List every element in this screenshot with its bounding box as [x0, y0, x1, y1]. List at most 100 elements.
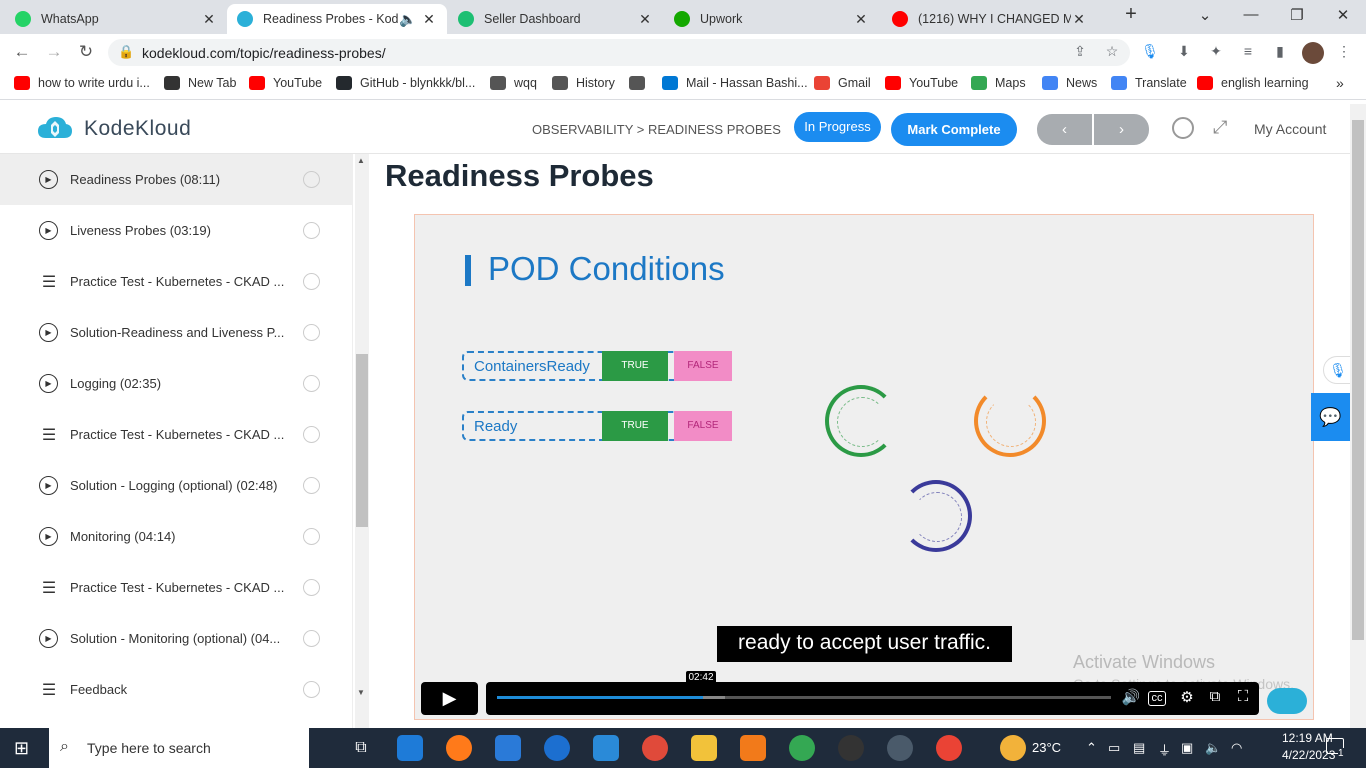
app-taskbar-icon[interactable]: [642, 735, 668, 761]
bookmark-star-icon[interactable]: ☆: [1103, 43, 1121, 61]
voice-widget-icon[interactable]: 🎙: [1323, 356, 1353, 384]
browser-tab[interactable]: Readiness Probes - Kode 🔈 ✕: [227, 4, 447, 34]
completion-circle-icon[interactable]: [303, 681, 320, 698]
tab-close-icon[interactable]: ✕: [421, 11, 437, 28]
sidebar-lesson-item[interactable]: ☰ Practice Test - Kubernetes - CKAD ...: [0, 256, 353, 307]
browser-menu-icon[interactable]: ⋮: [1335, 43, 1353, 61]
media-control-icon[interactable]: ≡: [1239, 43, 1257, 61]
sidebar-scroll-thumb[interactable]: [356, 354, 368, 527]
share-icon[interactable]: ⇪: [1071, 43, 1089, 61]
side-panel-icon[interactable]: ▮: [1271, 43, 1289, 61]
sidebar-lesson-item[interactable]: ▶ Solution - Monitoring (optional) (04...: [0, 613, 353, 664]
completion-circle-icon[interactable]: [303, 273, 320, 290]
tab-search-icon[interactable]: ⌄: [1190, 6, 1220, 24]
sidebar-lesson-item[interactable]: ☰ Feedback: [0, 664, 353, 715]
browser-tab[interactable]: WhatsApp ✕: [5, 4, 227, 34]
mark-complete-button[interactable]: Mark Complete: [891, 113, 1017, 146]
tray-device-icon[interactable]: ▤: [1133, 740, 1145, 756]
bookmark-item[interactable]: Translate: [1111, 76, 1187, 90]
completion-circle-icon[interactable]: [303, 477, 320, 494]
bookmark-item[interactable]: GitHub - blynkkk/bl...: [336, 76, 475, 90]
settings-gear-icon[interactable]: ⚙: [1176, 688, 1198, 706]
kodekloud-logo-icon[interactable]: [36, 114, 74, 144]
brand-name[interactable]: KodeKloud: [84, 117, 191, 141]
edge-taskbar-icon[interactable]: [397, 735, 423, 761]
sidebar-lesson-item[interactable]: ☰ Practice Test - Kubernetes - CKAD ...: [0, 562, 353, 613]
temperature[interactable]: 23°C: [1032, 740, 1061, 755]
completion-circle-icon[interactable]: [303, 324, 320, 341]
bookmark-item[interactable]: Mail - Hassan Bashi...: [662, 76, 808, 90]
page-scroll-thumb[interactable]: [1352, 120, 1364, 640]
video-fullscreen-icon[interactable]: ⛶: [1232, 688, 1254, 705]
sidebar-scroll-down-icon[interactable]: ▼: [357, 688, 365, 697]
completion-circle-icon[interactable]: [303, 579, 320, 596]
close-window-button[interactable]: ✕: [1328, 6, 1358, 24]
completion-circle-icon[interactable]: [303, 528, 320, 545]
reload-button[interactable]: ↻: [74, 42, 98, 62]
completion-circle-icon[interactable]: [303, 222, 320, 239]
url-text[interactable]: kodekloud.com/topic/readiness-probes/: [142, 45, 386, 61]
mic-extension-icon[interactable]: 🎙: [1141, 43, 1159, 61]
volume-icon[interactable]: 🔊: [1120, 688, 1142, 706]
file-explorer-taskbar-icon[interactable]: [691, 735, 717, 761]
weather-icon[interactable]: [1000, 735, 1026, 761]
media-taskbar-icon[interactable]: [740, 735, 766, 761]
sidebar-lesson-item[interactable]: ▶ Liveness Probes (03:19): [0, 205, 353, 256]
bookmark-item[interactable]: New Tab: [164, 76, 236, 90]
restore-button[interactable]: ❐: [1282, 6, 1312, 24]
tab-close-icon[interactable]: ✕: [1071, 11, 1087, 28]
new-tab-button[interactable]: +: [1116, 3, 1146, 26]
tray-volume-icon[interactable]: 🔈: [1205, 740, 1221, 756]
completion-circle-icon[interactable]: [303, 375, 320, 392]
play-button[interactable]: ▶: [421, 682, 478, 715]
picture-in-picture-icon[interactable]: ⧉: [1204, 688, 1226, 705]
tab-close-icon[interactable]: ✕: [201, 11, 217, 28]
fullscreen-icon[interactable]: ⤢: [1213, 117, 1227, 138]
browser-tab[interactable]: Upwork ✕: [664, 4, 879, 34]
next-lesson-button[interactable]: ›: [1094, 114, 1149, 145]
profile-avatar[interactable]: [1302, 42, 1324, 64]
bookmark-item[interactable]: [629, 76, 653, 90]
chat-widget-icon[interactable]: 💬: [1311, 393, 1350, 441]
extensions-puzzle-icon[interactable]: ✦: [1207, 43, 1225, 61]
bookmark-item[interactable]: Gmail: [814, 76, 871, 90]
telegram-taskbar-icon[interactable]: [544, 735, 570, 761]
chrome-profile-taskbar-icon[interactable]: [887, 735, 913, 761]
minimize-button[interactable]: —: [1236, 6, 1266, 23]
tray-display-icon[interactable]: ▣: [1181, 740, 1193, 756]
completion-circle-icon[interactable]: [303, 426, 320, 443]
bookmark-item[interactable]: Maps: [971, 76, 1026, 90]
more-bookmarks-icon[interactable]: »: [1336, 75, 1344, 91]
seek-progress[interactable]: [497, 696, 703, 699]
sidebar-scroll-up-icon[interactable]: ▲: [357, 156, 365, 165]
bookmark-item[interactable]: YouTube: [249, 76, 322, 90]
taskbar-search-placeholder[interactable]: Type here to search: [87, 740, 211, 756]
sidebar-lesson-item[interactable]: ▶ Readiness Probes (08:11): [0, 154, 353, 205]
my-account-link[interactable]: My Account: [1254, 121, 1326, 137]
mail-taskbar-icon[interactable]: [593, 735, 619, 761]
tray-chevron-icon[interactable]: ⌃: [1086, 740, 1097, 756]
bookmark-item[interactable]: how to write urdu i...: [14, 76, 150, 90]
dark-mode-icon[interactable]: [1172, 117, 1194, 139]
back-button[interactable]: ←: [10, 42, 34, 62]
browser-tab[interactable]: Seller Dashboard ✕: [448, 4, 663, 34]
sidebar-lesson-item[interactable]: ☰ Practice Test - Kubernetes - CKAD ...: [0, 409, 353, 460]
player-logo-icon[interactable]: [1267, 688, 1307, 714]
download-extension-icon[interactable]: ⬇: [1175, 43, 1193, 61]
browser-tab[interactable]: (1216) WHY I CHANGED MY ✕: [882, 4, 1097, 34]
bookmark-item[interactable]: News: [1042, 76, 1097, 90]
tray-usb-icon[interactable]: ⏚: [1158, 740, 1171, 759]
store-taskbar-icon[interactable]: [495, 735, 521, 761]
chrome-taskbar-icon[interactable]: [789, 735, 815, 761]
previous-lesson-button[interactable]: ‹: [1037, 114, 1092, 145]
sidebar-lesson-item[interactable]: ▶ Monitoring (04:14): [0, 511, 353, 562]
firefox-taskbar-icon[interactable]: [446, 735, 472, 761]
tray-network-icon[interactable]: ▭: [1108, 740, 1120, 756]
tray-wifi-icon[interactable]: ◠: [1231, 740, 1242, 756]
completion-circle-icon[interactable]: [303, 630, 320, 647]
sidebar-lesson-item[interactable]: ▶ Logging (02:35): [0, 358, 353, 409]
task-view-icon[interactable]: ⧉: [348, 735, 374, 761]
bookmark-item[interactable]: english learning: [1197, 76, 1309, 90]
camera-taskbar-icon[interactable]: [838, 735, 864, 761]
in-progress-button[interactable]: In Progress: [794, 112, 881, 142]
